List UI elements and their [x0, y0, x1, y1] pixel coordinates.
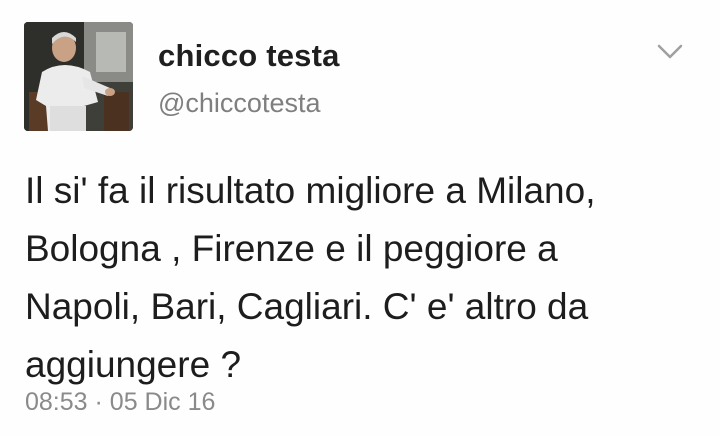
chevron-down-icon[interactable]: [656, 42, 684, 62]
author-handle[interactable]: @chiccotesta: [158, 88, 320, 119]
tweet-time: 08:53: [25, 388, 88, 416]
tweet-text: Il si' fa il risultato migliore a Milano…: [25, 170, 596, 385]
avatar-photo: [24, 22, 133, 131]
avatar[interactable]: [24, 22, 133, 131]
author-name[interactable]: chicco testa: [158, 38, 340, 74]
tweet-date: 05 Dic 16: [109, 388, 216, 416]
tweet-card: chicco testa @chiccotesta Il si' fa il r…: [0, 0, 720, 437]
meta-separator: ·: [94, 388, 103, 416]
tweet-timestamp[interactable]: 08:53 · 05 Dic 16: [25, 388, 215, 417]
